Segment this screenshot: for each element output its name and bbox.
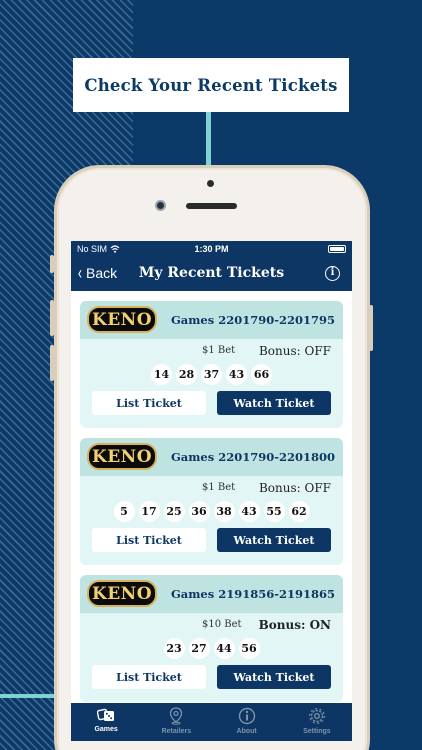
number-ball: 25 (163, 501, 185, 522)
app-screen: No SIM 1:30 PM ‹ Back My Recent Tickets … (71, 241, 352, 750)
games-range: Games 2201790-2201795 (170, 313, 335, 327)
promo-banner: Check Your Recent Tickets (73, 58, 349, 112)
games-range: Games 2201790-2201800 (170, 450, 335, 464)
ticket-header: KENO Games 2191856-2191865 (80, 575, 343, 613)
number-ball: 23 (163, 638, 185, 659)
earpiece-speaker (186, 203, 237, 209)
ticket-actions: List Ticket Watch Ticket (92, 665, 331, 689)
watch-ticket-button[interactable]: Watch Ticket (217, 391, 331, 415)
info-circle-icon (238, 707, 255, 725)
banner-text: Check Your Recent Tickets (84, 75, 338, 95)
status-bar: No SIM 1:30 PM (71, 241, 352, 257)
phone-power-button (369, 305, 373, 351)
ticket-header: KENO Games 2201790-2201800 (80, 438, 343, 476)
number-ball: 43 (238, 501, 260, 522)
tab-settings[interactable]: Settings (287, 707, 347, 735)
ticket-actions: List Ticket Watch Ticket (92, 528, 331, 552)
games-range: Games 2191856-2191865 (170, 587, 335, 601)
phone-volume-down (50, 345, 54, 381)
bonus-status: Bonus: ON (258, 618, 331, 632)
list-ticket-button[interactable]: List Ticket (92, 665, 206, 689)
number-ball: 37 (201, 364, 222, 385)
keno-logo: KENO (87, 580, 157, 607)
map-pin-icon (170, 707, 183, 725)
number-ball: 44 (213, 638, 235, 659)
ticket-card: KENO Games 2201790-2201795 $1 Bet Bonus:… (80, 301, 343, 428)
bonus-status: Bonus: OFF (258, 344, 331, 358)
accent-line-vertical (206, 110, 211, 170)
dice-icon (97, 708, 115, 721)
ticket-header: KENO Games 2201790-2201795 (80, 301, 343, 339)
tab-bar: Games Retailers About Settings (71, 703, 352, 741)
number-ball: 66 (251, 364, 272, 385)
watch-ticket-button[interactable]: Watch Ticket (217, 528, 331, 552)
phone-mute-switch (50, 255, 54, 273)
number-ball: 56 (238, 638, 260, 659)
list-ticket-button[interactable]: List Ticket (92, 391, 206, 415)
accent-line-horizontal (0, 694, 60, 698)
keno-logo: KENO (87, 306, 157, 333)
ticket-card: KENO Games 2201790-2201800 $1 Bet Bonus:… (80, 438, 343, 565)
keno-logo: KENO (87, 443, 157, 470)
list-ticket-button[interactable]: List Ticket (92, 528, 206, 552)
picked-numbers: 23 27 44 56 (80, 638, 343, 659)
number-ball: 28 (176, 364, 197, 385)
status-time: 1:30 PM (194, 244, 229, 254)
tab-retailers[interactable]: Retailers (146, 707, 206, 735)
tab-label: About (236, 728, 257, 735)
bet-amount: $1 Bet (202, 345, 236, 356)
number-ball: 17 (138, 501, 160, 522)
ticket-list: KENO Games 2201790-2201795 $1 Bet Bonus:… (71, 291, 352, 702)
number-ball: 43 (226, 364, 247, 385)
number-ball: 36 (188, 501, 210, 522)
tab-label: Retailers (161, 728, 192, 735)
ticket-actions: List Ticket Watch Ticket (92, 391, 331, 415)
gear-icon (308, 708, 325, 724)
watch-ticket-button[interactable]: Watch Ticket (217, 665, 331, 689)
bonus-status: Bonus: OFF (258, 481, 331, 495)
tab-games[interactable]: Games (76, 707, 136, 733)
phone-bezel-bottom (71, 741, 352, 750)
phone-volume-up (50, 300, 54, 336)
nav-bar: ‹ Back My Recent Tickets i (71, 257, 352, 291)
number-ball: 55 (263, 501, 285, 522)
ticket-card: KENO Games 2191856-2191865 $10 Bet Bonus… (80, 575, 343, 702)
battery-icon (328, 245, 346, 253)
picked-numbers: 5 17 25 36 38 43 55 62 (80, 501, 343, 522)
page-title: My Recent Tickets (138, 265, 285, 281)
number-ball: 14 (151, 364, 172, 385)
front-camera (155, 200, 166, 211)
proximity-sensor (207, 180, 214, 187)
tab-label: Games (94, 726, 118, 733)
picked-numbers: 14 28 37 43 66 (80, 364, 343, 385)
bet-amount: $10 Bet (202, 619, 242, 630)
number-ball: 5 (113, 501, 135, 522)
number-ball: 62 (288, 501, 310, 522)
bet-amount: $1 Bet (202, 482, 236, 493)
number-ball: 38 (213, 501, 235, 522)
info-icon[interactable]: i (325, 266, 340, 281)
number-ball: 27 (188, 638, 210, 659)
tab-label: Settings (303, 728, 331, 735)
tab-about[interactable]: About (217, 707, 277, 735)
